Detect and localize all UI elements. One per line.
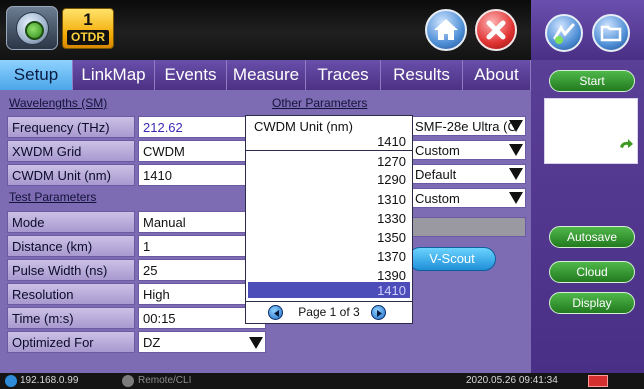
chevron-down-icon <box>509 144 523 156</box>
tab-setup[interactable]: Setup <box>0 60 73 90</box>
other-param-2-dropdown[interactable]: Custom <box>411 140 526 160</box>
remote-status: Remote/CLI <box>138 375 192 386</box>
app-menu-button[interactable] <box>6 6 58 50</box>
time-label: Time (m:s) <box>7 307 135 329</box>
frequency-label: Frequency (THz) <box>7 116 135 138</box>
optimized-for-value[interactable]: DZ <box>138 331 266 353</box>
module-number: 1 <box>83 10 93 29</box>
module-label: OTDR <box>67 30 109 45</box>
popup-header: CWDM Unit (nm) 1410 <box>246 116 412 151</box>
app-menu-icon <box>16 12 49 45</box>
distance-label: Distance (km) <box>7 235 135 257</box>
wavelengths-heading: Wavelengths (SM) <box>9 96 108 110</box>
optimized-for-row: Optimized For DZ <box>7 331 267 353</box>
fiber-type-dropdown[interactable]: SMF-28e Ultra (C <box>411 116 526 136</box>
chevron-down-icon <box>249 337 263 349</box>
v-scout-button[interactable]: V-Scout <box>408 247 496 271</box>
optimized-for-text: DZ <box>143 335 161 350</box>
resolution-row: Resolution High <box>7 283 267 305</box>
test-parameters-heading: Test Parameters <box>9 190 97 204</box>
popup-title: CWDM Unit (nm) <box>254 119 353 134</box>
page-next-icon <box>377 310 382 317</box>
distance-row: Distance (km) 1 <box>7 235 267 257</box>
frequency-row: Frequency (THz) 212.62 <box>7 116 267 138</box>
battery-icon <box>588 375 608 387</box>
folder-icon <box>600 25 622 42</box>
cwdm-unit-popup: CWDM Unit (nm) 1410 1270 1290 1310 1330 … <box>245 115 413 324</box>
tab-about[interactable]: About <box>463 60 531 90</box>
display-button[interactable]: Display <box>549 292 635 314</box>
other-param-4-value: Custom <box>415 191 460 206</box>
popup-option[interactable]: 1330 <box>377 211 406 226</box>
optimized-for-label: Optimized For <box>7 331 135 353</box>
chevron-down-icon <box>509 120 523 132</box>
xwdm-grid-row: XWDM Grid CWDM <box>7 140 267 162</box>
mode-label: Mode <box>7 211 135 233</box>
start-button[interactable]: Start <box>549 70 635 92</box>
datetime: 2020.05.26 09:41:34 <box>466 375 558 386</box>
trace-preview[interactable] <box>544 98 638 164</box>
resolution-label: Resolution <box>7 283 135 305</box>
other-param-3-value: Default <box>415 167 457 182</box>
cloud-button[interactable]: Cloud <box>549 261 635 283</box>
popup-option[interactable]: 1370 <box>377 249 406 264</box>
popup-option[interactable]: 1290 <box>377 172 406 187</box>
popup-option[interactable]: 1350 <box>377 230 406 245</box>
home-button[interactable] <box>425 9 467 51</box>
remote-icon <box>122 375 134 387</box>
disabled-field <box>411 217 526 237</box>
close-icon <box>486 20 506 40</box>
popup-option[interactable]: 1270 <box>377 154 406 169</box>
popup-option[interactable]: 1310 <box>377 192 406 207</box>
tab-events[interactable]: Events <box>155 60 227 90</box>
other-param-3-dropdown[interactable]: Default <box>411 164 526 184</box>
mode-row: Mode Manual <box>7 211 267 233</box>
pulse-width-label: Pulse Width (ns) <box>7 259 135 281</box>
chevron-down-icon <box>509 168 523 180</box>
favorites-icon <box>553 23 575 44</box>
chevron-down-icon <box>509 192 523 204</box>
refresh-icon <box>620 139 633 148</box>
tab-measure[interactable]: Measure <box>227 60 306 90</box>
cwdm-unit-label: CWDM Unit (nm) <box>7 164 135 186</box>
tab-traces[interactable]: Traces <box>306 60 381 90</box>
page-indicator: Page 1 of 3 <box>298 305 360 319</box>
page-next-button[interactable] <box>371 305 386 320</box>
network-icon <box>5 375 17 387</box>
fiber-type-value: SMF-28e Ultra (C <box>415 119 517 134</box>
files-button[interactable] <box>592 14 630 52</box>
tab-bar: Setup LinkMap Events Measure Traces Resu… <box>0 60 531 90</box>
other-param-2-value: Custom <box>415 143 460 158</box>
popup-pager: Page 1 of 3 <box>246 301 412 323</box>
autosave-button[interactable]: Autosave <box>549 226 635 248</box>
module-badge[interactable]: 1 OTDR <box>62 8 114 49</box>
tab-linkmap[interactable]: LinkMap <box>73 60 155 90</box>
exit-button[interactable] <box>475 9 517 51</box>
xwdm-grid-label: XWDM Grid <box>7 140 135 162</box>
popup-current-value: 1410 <box>377 134 406 149</box>
status-bar: 192.168.0.99 Remote/CLI 2020.05.26 09:41… <box>0 373 644 389</box>
favorites-button[interactable] <box>545 14 583 52</box>
cwdm-unit-row: CWDM Unit (nm) 1410 <box>7 164 267 186</box>
ip-address: 192.168.0.99 <box>20 375 79 386</box>
time-row: Time (m:s) 00:15 <box>7 307 267 329</box>
popup-option[interactable]: 1390 <box>377 268 406 283</box>
other-parameters-heading: Other Parameters <box>272 96 368 110</box>
tab-results[interactable]: Results <box>381 60 463 90</box>
other-param-4-dropdown[interactable]: Custom <box>411 188 526 208</box>
pulse-width-row: Pulse Width (ns) 25 <box>7 259 267 281</box>
home-icon <box>434 19 458 40</box>
popup-selected-value: 1410 <box>377 283 406 298</box>
